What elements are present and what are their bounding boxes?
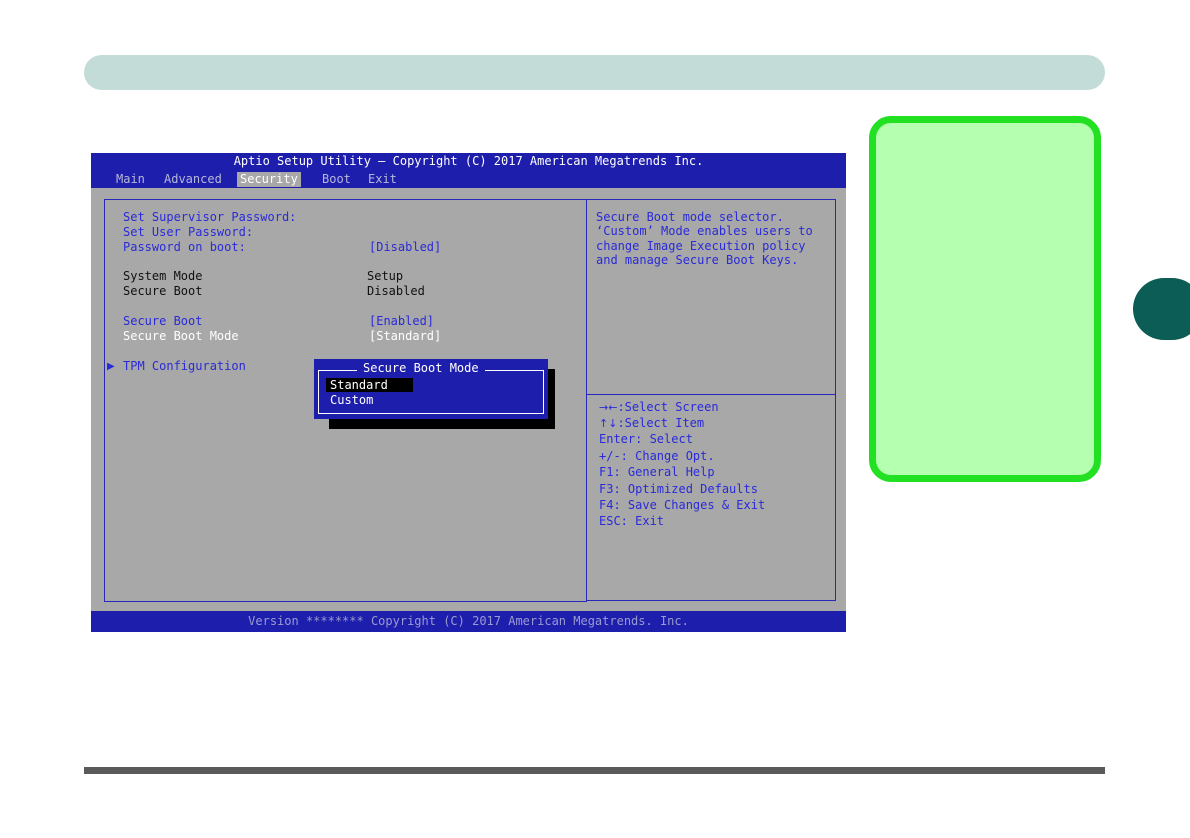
help-line-3: change Image Execution policy — [596, 239, 806, 253]
bios-screen: Aptio Setup Utility – Copyright (C) 2017… — [91, 153, 846, 632]
select-item-text: :Select Item — [617, 416, 705, 430]
key-esc: ESC: Exit — [599, 514, 665, 528]
popup-title: Secure Boot Mode — [357, 361, 485, 375]
key-legend-pane: →←:Select Screen ↑↓:Select Item Enter: S… — [586, 394, 836, 601]
secure-boot-mode-popup: Standard Custom Secure Boot Mode — [314, 359, 548, 419]
popup-option-custom[interactable]: Custom — [326, 393, 377, 407]
key-f3: F3: Optimized Defaults — [599, 482, 758, 496]
help-pane: Secure Boot mode selector. ‘Custom’ Mode… — [586, 199, 836, 395]
secure-boot-status-label: Secure Boot — [123, 284, 203, 298]
tab-main[interactable]: Main — [113, 172, 148, 187]
version-bar: Version ******** Copyright (C) 2017 Amer… — [91, 611, 846, 632]
tab-security[interactable]: Security — [237, 172, 301, 187]
key-enter: Enter: Select — [599, 432, 693, 446]
tab-boot[interactable]: Boot — [319, 172, 354, 187]
tab-advanced[interactable]: Advanced — [161, 172, 225, 187]
page-footer-line — [84, 767, 1105, 774]
select-screen-text: :Select Screen — [617, 400, 719, 414]
set-user-password-item[interactable]: Set User Password: — [123, 225, 253, 240]
key-change: +/-: Change Opt. — [599, 449, 715, 463]
submenu-arrow-icon: ▶ — [107, 361, 115, 372]
page-header-bar — [84, 55, 1105, 90]
secure-boot-mode-value[interactable]: [Standard] — [369, 329, 441, 344]
key-select-screen: →←:Select Screen — [599, 399, 719, 416]
note-box — [869, 116, 1101, 482]
key-f1: F1: General Help — [599, 465, 715, 479]
password-on-boot-value[interactable]: [Disabled] — [369, 240, 441, 255]
key-f4: F4: Save Changes & Exit — [599, 498, 766, 512]
popup-option-standard[interactable]: Standard — [326, 378, 413, 392]
up-down-arrows-icon: ↑↓ — [599, 417, 618, 430]
set-supervisor-password-item[interactable]: Set Supervisor Password: — [123, 210, 296, 225]
help-line-2: ‘Custom’ Mode enables users to — [596, 224, 813, 238]
help-line-1: Secure Boot mode selector. — [596, 210, 784, 224]
system-mode-label: System Mode — [123, 269, 203, 283]
system-mode-value: Setup — [367, 269, 404, 283]
left-right-arrows-icon: →← — [599, 401, 618, 414]
tab-exit[interactable]: Exit — [365, 172, 400, 187]
key-select-item: ↑↓:Select Item — [599, 415, 704, 432]
secure-boot-status-value: Disabled — [367, 284, 425, 298]
chapter-tab — [1133, 278, 1190, 340]
bios-title: Aptio Setup Utility – Copyright (C) 2017… — [233, 154, 704, 168]
tpm-configuration-item[interactable]: TPM Configuration — [123, 359, 246, 374]
secure-boot-mode-label: Secure Boot Mode — [123, 329, 239, 343]
version-text: Version ******** Copyright (C) 2017 Amer… — [248, 614, 689, 628]
bios-title-bar: Aptio Setup Utility – Copyright (C) 2017… — [91, 153, 846, 188]
secure-boot-value[interactable]: [Enabled] — [369, 314, 434, 329]
password-on-boot-label: Password on boot: — [123, 240, 246, 254]
popup-frame: Standard Custom — [318, 370, 544, 414]
help-line-4: and manage Secure Boot Keys. — [596, 253, 799, 267]
secure-boot-label: Secure Boot — [123, 314, 203, 328]
